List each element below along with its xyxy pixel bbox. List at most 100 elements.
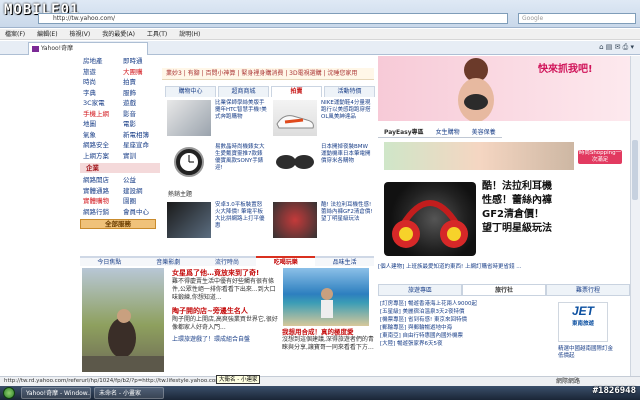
product-item[interactable]: NIKE運動鞋4分量現跑行以美感跑跑穿搭OL風美紳達品 (271, 98, 375, 140)
nav-item[interactable]: 服飾 (120, 88, 160, 99)
promo-item[interactable]: 安卓3.0平板裝置怒火大降價! 筆電平板大比拼網路上打平優惠 (165, 200, 269, 242)
nav-item[interactable]: 會員中心 (120, 207, 160, 218)
nav-item[interactable]: 實訓 (120, 151, 160, 162)
list-item[interactable]: [五星級] 美麗宿泊溫泉3天2夜特價 (380, 308, 528, 316)
tab-tickets[interactable]: 難票行程 (546, 284, 630, 296)
product-item[interactable]: 易數晶時尚機錶女大生愛戴寶靈推7款錶優實風款SONY手錶迎! (165, 142, 269, 184)
feature-title[interactable]: 女星爲了他…竟放來到了奇! (172, 268, 280, 278)
nav-item[interactable]: 即時通 (120, 56, 160, 67)
nav-item[interactable]: 網路安全 (80, 140, 120, 151)
all-services-button[interactable]: 全部服務 (80, 219, 156, 229)
travel-list: [訂房專區] 暢遊香港海上花兩人9000起 [五星級] 美麗宿泊溫泉3天2夜特價… (380, 300, 528, 348)
nav-row: 網路開店 公益 (80, 175, 160, 186)
tab-yahoo[interactable]: Yahoo!奇摩 (28, 42, 148, 55)
woman-seaside-image (82, 309, 164, 372)
search-input[interactable]: Google (518, 13, 636, 24)
product-text: 比業保師學絲美版手攤年HTC智慧手機!美式奔跑購物 (215, 100, 267, 120)
tab-travel[interactable]: 旅遊專區 (378, 284, 462, 296)
list-item[interactable]: [機票專區] 省到有感! 東京來回特價 (380, 316, 528, 324)
nav-item[interactable]: 拍賣 (120, 77, 160, 88)
headphone-ad[interactable]: 酷！法拉利耳機 性感！蕾絲內褲 GF2清倉價！ 望丁明星級玩法 (378, 178, 630, 260)
list-item[interactable]: [東南亞] 自由行特惠國內國外機票 (380, 332, 528, 340)
nav-item[interactable]: 氣象 (80, 130, 120, 141)
shopping-button[interactable]: 時尚Shopping一次滿足 (578, 150, 622, 164)
list-item[interactable]: [訂房專區] 暢遊香港海上花兩人9000起 (380, 300, 528, 308)
taskbar-tooltip: 大衛名 - 小連家 (216, 375, 261, 384)
feature-link[interactable]: 上環旅遊戲了！環成組合自盤 (172, 336, 280, 344)
nav-row: 上網方案 實訓 (80, 151, 160, 162)
tab-shopping-mall[interactable]: 購物中心 (165, 86, 216, 97)
nav-item[interactable]: 新電相簿 (120, 130, 160, 141)
product-item[interactable]: 日本開掉夜裝BMW運動機車日本筆電開價穿米各購物 (271, 142, 375, 184)
jet-desc[interactable]: 精選中國越南國際訂金低價起 (558, 346, 614, 360)
nav-item[interactable]: 影音 (120, 109, 160, 120)
nav-item[interactable]: 星座宣命 (120, 140, 160, 151)
tab-promotions[interactable]: 活動特價 (324, 86, 375, 97)
menu-tools[interactable]: 工具(T) (142, 29, 172, 40)
address-toolbar: MOBILE01 http://tw.yahoo.com/ Google (0, 0, 640, 28)
game-banner[interactable]: 快來抓我吧! (378, 56, 630, 121)
nav-row: 房地產 即時通 (80, 56, 160, 67)
nav-item[interactable]: 地圖 (80, 119, 120, 130)
beach-photo[interactable] (283, 268, 369, 326)
product-grid: 比業保師學絲美版手攤年HTC智慧手機!美式奔跑購物 NIKE運動鞋4分量現跑行以… (165, 98, 375, 184)
nav-item[interactable]: 上網方案 (80, 151, 120, 162)
tab-auction[interactable]: 拍賣 (271, 86, 322, 97)
promo-item[interactable]: 酷! 法拉利耳機性感! 蕾絲內褲GF2清倉價! 望丁明星級玩法 (271, 200, 375, 242)
nav-item[interactable]: 遊戲 (120, 98, 160, 109)
nav-item[interactable]: 電影 (120, 119, 160, 130)
tab-music[interactable]: 音樂影劇 (138, 256, 198, 266)
payeasy-products-image[interactable] (384, 142, 574, 170)
menu-help[interactable]: 說明(H) (174, 29, 205, 40)
command-bar-icons[interactable]: ⌂ ▤ ✉ ⎙ ▾ (599, 43, 634, 52)
tab-store-mall[interactable]: 超商商城 (218, 86, 269, 97)
product-text: 易數晶時尚機錶女大生愛戴寶靈推7款錶優實風款SONY手錶迎! (215, 144, 265, 171)
nav-item[interactable]: 實體通路 (80, 186, 120, 197)
feature-body: 難不得慶賣生活中優有好些觸有很有條件,公眾性絕一排你看看下出來...到大口味鍛練… (172, 278, 276, 301)
menu-view[interactable]: 檢視(V) (64, 29, 95, 40)
list-item[interactable]: [郵輪專區] 與郵輪暢遊地中海 (380, 324, 528, 332)
nav-item[interactable]: 3C家電 (80, 98, 120, 109)
feature-title-2[interactable]: 陶子開的店~旁邊生名人 (172, 306, 280, 316)
task-browser[interactable]: Yahoo!奇摩 - Window... (21, 387, 91, 399)
nav-item[interactable]: 網路開店 (80, 175, 120, 186)
nav-item[interactable]: 時尚 (80, 77, 120, 88)
nav-item[interactable]: 實體購物 (80, 196, 120, 207)
product-item[interactable]: 比業保師學絲美版手攤年HTC智慧手機!美式奔跑購物 (165, 98, 269, 140)
list-item[interactable]: [大陸] 暢遊張家界6天5夜 (380, 340, 528, 348)
task-paint[interactable]: 未命名 - 小畫家 (94, 387, 164, 399)
tab-fashion[interactable]: 流行時尚 (197, 256, 257, 266)
nav-item[interactable]: 建設網 (120, 186, 160, 197)
scrollbar-thumb[interactable] (632, 140, 638, 200)
beach-caption[interactable]: 我想用合成！真的極度愛 (282, 328, 374, 336)
tab-agency[interactable]: 旅行社 (462, 284, 546, 296)
jet-tour-logo[interactable]: JET 東南旅遊 (558, 302, 608, 342)
nav-row: 手機上網 影音 (80, 109, 160, 120)
nav-item[interactable]: 公益 (120, 175, 160, 186)
feature-photo[interactable] (82, 268, 164, 372)
url-field[interactable]: http://tw.yahoo.com/ (38, 13, 508, 24)
menu-edit[interactable]: 編輯(E) (32, 29, 62, 40)
tab-payeasy[interactable]: PayEasy專區 (378, 128, 430, 138)
promo-text: 酷! 法拉利耳機性感! 蕾絲內褲GF2清倉價! 望丁明星級玩法 (321, 202, 373, 222)
nav-item[interactable]: 手機上網 (80, 109, 120, 120)
tab-beauty[interactable]: 美容保養 (465, 128, 502, 138)
start-button[interactable] (3, 387, 15, 399)
nav-item[interactable]: 網路行銷 (80, 207, 120, 218)
menu-favorites[interactable]: 我的最愛(A) (97, 29, 140, 40)
tab-women[interactable]: 女生購物 (429, 128, 466, 138)
nav-item[interactable]: 字典 (80, 88, 120, 99)
nav-item[interactable]: 園圈 (120, 196, 160, 207)
nav-item[interactable]: 旅遊 (80, 67, 120, 78)
tab-today[interactable]: 今日焦點 (80, 256, 139, 266)
vertical-scrollbar[interactable] (630, 56, 640, 376)
jet-logo: JET (571, 304, 594, 318)
menu-file[interactable]: 檔案(F) (0, 29, 30, 40)
tab-food-fun[interactable]: 吃喝玩樂 (256, 256, 316, 266)
nav-item[interactable]: 房地產 (80, 56, 120, 67)
tab-lifestyle[interactable]: 品味生活 (315, 256, 374, 266)
banner-text: 快來抓我吧! (538, 64, 593, 75)
personal-link[interactable]: [個人建物] 上班族最愛知道的東西! 上網訂購省時更省錢 ... (378, 264, 630, 271)
headline-bar[interactable]: 業妙3 | 有腳 | 百問小神算 | 緊身裡身購消費 | 3D電視選購 | 沈睡… (162, 68, 374, 80)
nav-item[interactable]: 大團購 (120, 67, 160, 78)
